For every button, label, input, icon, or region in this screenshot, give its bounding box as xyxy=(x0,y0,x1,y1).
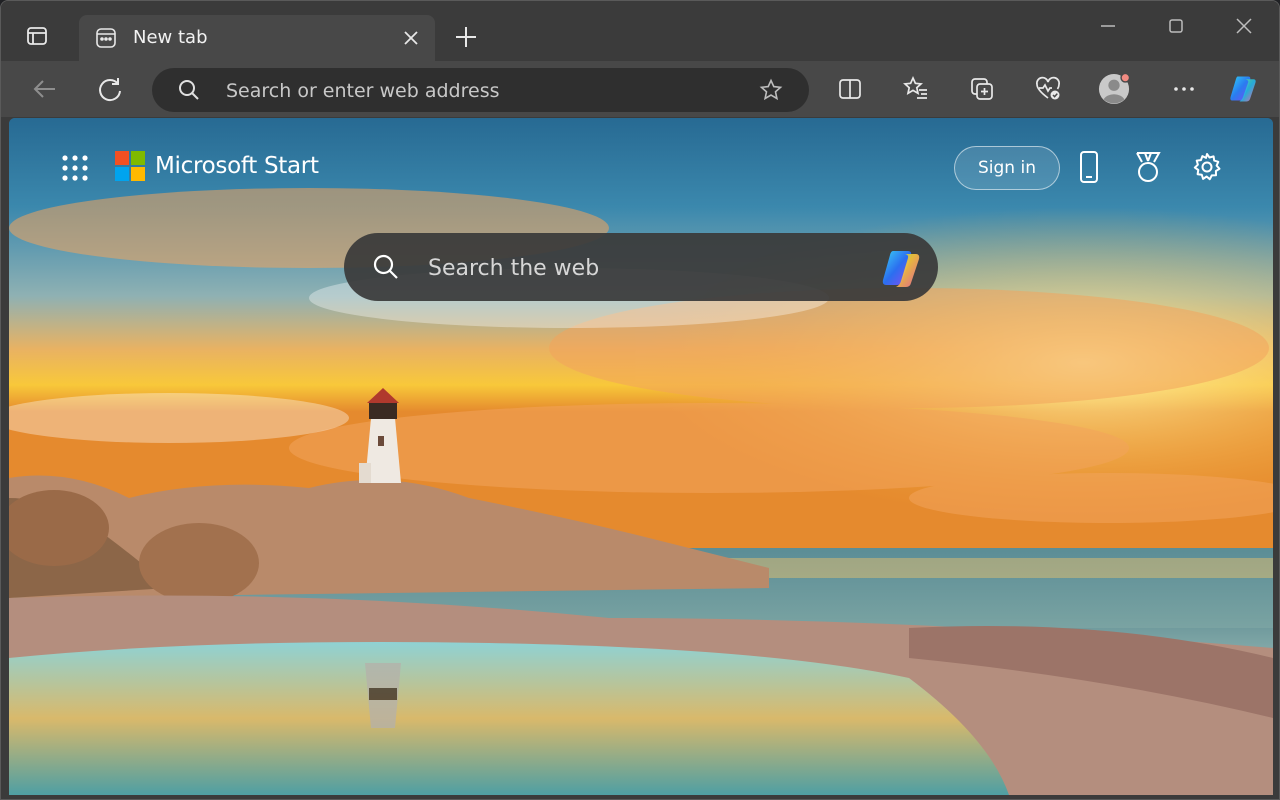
browser-essentials-button[interactable] xyxy=(1032,73,1064,105)
tab-title: New tab xyxy=(133,27,208,48)
copilot-icon xyxy=(1230,76,1256,102)
close-icon xyxy=(1236,18,1252,34)
gear-icon xyxy=(1193,153,1221,181)
profile-avatar-icon xyxy=(1098,72,1130,105)
toolbar xyxy=(1,61,1279,117)
search-icon xyxy=(179,80,199,100)
address-bar[interactable] xyxy=(152,68,809,112)
profile-button[interactable] xyxy=(1098,72,1130,105)
settings-button[interactable] xyxy=(1190,150,1224,184)
new-tab-button[interactable] xyxy=(452,23,480,51)
back-button[interactable] xyxy=(29,73,61,105)
web-search-input[interactable] xyxy=(426,253,850,283)
tab-new-tab[interactable]: New tab xyxy=(79,15,435,61)
copilot-icon[interactable] xyxy=(878,245,924,291)
search-icon xyxy=(373,254,398,279)
tab-actions-button[interactable] xyxy=(19,18,55,54)
new-tab-favicon xyxy=(96,28,116,48)
sign-in-button[interactable]: Sign in xyxy=(954,146,1060,190)
browser-window: New tab Search or enter web address Micr… xyxy=(0,0,1280,800)
collections-icon xyxy=(971,78,993,100)
brand-name: Microsoft Start xyxy=(155,153,319,179)
star-icon[interactable] xyxy=(759,78,783,102)
microsoft-logo-icon xyxy=(115,151,145,181)
close-window-button[interactable] xyxy=(1229,13,1259,39)
new-tab-page: Microsoft Start Sign in xyxy=(9,118,1273,795)
web-search-box[interactable] xyxy=(344,233,938,301)
tab-strip: New tab xyxy=(1,1,1279,61)
refresh-button[interactable] xyxy=(94,73,126,105)
address-input[interactable] xyxy=(224,78,748,104)
background-image xyxy=(9,118,1273,795)
copilot-button[interactable] xyxy=(1227,73,1259,105)
favorites-button[interactable] xyxy=(900,73,932,105)
collections-button[interactable] xyxy=(966,73,998,105)
tab-actions-icon xyxy=(27,27,47,45)
favorites-icon xyxy=(903,75,927,99)
split-screen-button[interactable] xyxy=(834,73,866,105)
refresh-icon xyxy=(99,78,121,102)
phone-icon xyxy=(1080,151,1098,183)
browser-essentials-icon xyxy=(1036,76,1060,100)
maximize-icon xyxy=(1169,19,1183,33)
phone-button[interactable] xyxy=(1072,150,1106,184)
microsoft-start-brand[interactable]: Microsoft Start xyxy=(115,151,319,181)
back-arrow-icon xyxy=(33,80,55,98)
more-button[interactable] xyxy=(1168,73,1200,105)
more-icon xyxy=(1174,87,1194,91)
minimize-icon xyxy=(1101,25,1115,27)
apps-grid-icon[interactable] xyxy=(60,153,90,183)
split-screen-icon xyxy=(839,79,861,99)
maximize-button[interactable] xyxy=(1161,13,1191,39)
rewards-medal-icon xyxy=(1136,152,1161,182)
rewards-button[interactable] xyxy=(1131,150,1165,184)
close-tab-icon[interactable] xyxy=(401,28,421,48)
minimize-button[interactable] xyxy=(1093,13,1123,39)
